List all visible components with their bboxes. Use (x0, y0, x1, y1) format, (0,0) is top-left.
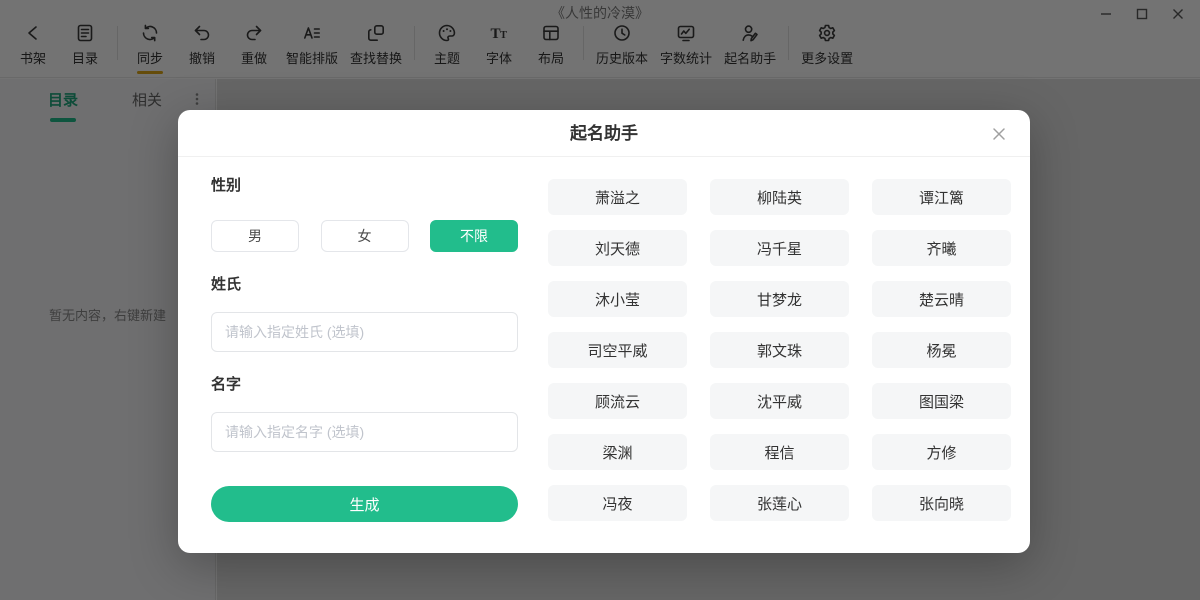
generated-name-chip[interactable]: 冯千星 (710, 230, 849, 266)
dialog-title: 起名助手 (178, 110, 1030, 157)
generated-name-chip[interactable]: 张莲心 (710, 485, 849, 521)
dialog-header: 起名助手 (178, 110, 1030, 157)
generated-name-chip[interactable]: 郭文珠 (710, 332, 849, 368)
generated-name-chip[interactable]: 方修 (872, 434, 1011, 470)
gender-option-any[interactable]: 不限 (430, 220, 518, 252)
gender-options: 男 女 不限 (211, 220, 518, 252)
gender-option-male[interactable]: 男 (211, 220, 299, 252)
generated-name-chip[interactable]: 杨冕 (872, 332, 1011, 368)
generated-name-chip[interactable]: 刘天德 (548, 230, 687, 266)
generated-name-chip[interactable]: 楚云晴 (872, 281, 1011, 317)
generate-button[interactable]: 生成 (211, 486, 518, 522)
gender-option-female[interactable]: 女 (321, 220, 409, 252)
given-name-input[interactable] (211, 412, 518, 452)
generated-name-chip[interactable]: 齐曦 (872, 230, 1011, 266)
generated-names-grid: 萧溢之 柳陆英 谭江篱 刘天德 冯千星 齐曦 沐小莹 甘梦龙 楚云晴 司空平威 … (548, 179, 1011, 521)
generated-name-chip[interactable]: 顾流云 (548, 383, 687, 419)
generated-name-chip[interactable]: 甘梦龙 (710, 281, 849, 317)
generated-name-chip[interactable]: 谭江篱 (872, 179, 1011, 215)
given-name-label: 名字 (211, 373, 241, 394)
generated-name-chip[interactable]: 萧溢之 (548, 179, 687, 215)
surname-label: 姓氏 (211, 273, 241, 294)
generated-name-chip[interactable]: 冯夜 (548, 485, 687, 521)
surname-input[interactable] (211, 312, 518, 352)
gender-label: 性别 (211, 174, 241, 195)
generated-name-chip[interactable]: 沈平威 (710, 383, 849, 419)
generated-name-chip[interactable]: 梁渊 (548, 434, 687, 470)
generated-name-chip[interactable]: 沐小莹 (548, 281, 687, 317)
dialog-close-button[interactable] (986, 121, 1012, 147)
generated-name-chip[interactable]: 柳陆英 (710, 179, 849, 215)
generated-name-chip[interactable]: 司空平威 (548, 332, 687, 368)
generated-name-chip[interactable]: 程信 (710, 434, 849, 470)
generated-name-chip[interactable]: 张向晓 (872, 485, 1011, 521)
close-icon (991, 126, 1007, 142)
naming-assistant-dialog: 起名助手 性别 男 女 不限 姓氏 名字 生成 萧溢之 柳陆英 谭江篱 刘天德 … (178, 110, 1030, 553)
generated-name-chip[interactable]: 图国梁 (872, 383, 1011, 419)
